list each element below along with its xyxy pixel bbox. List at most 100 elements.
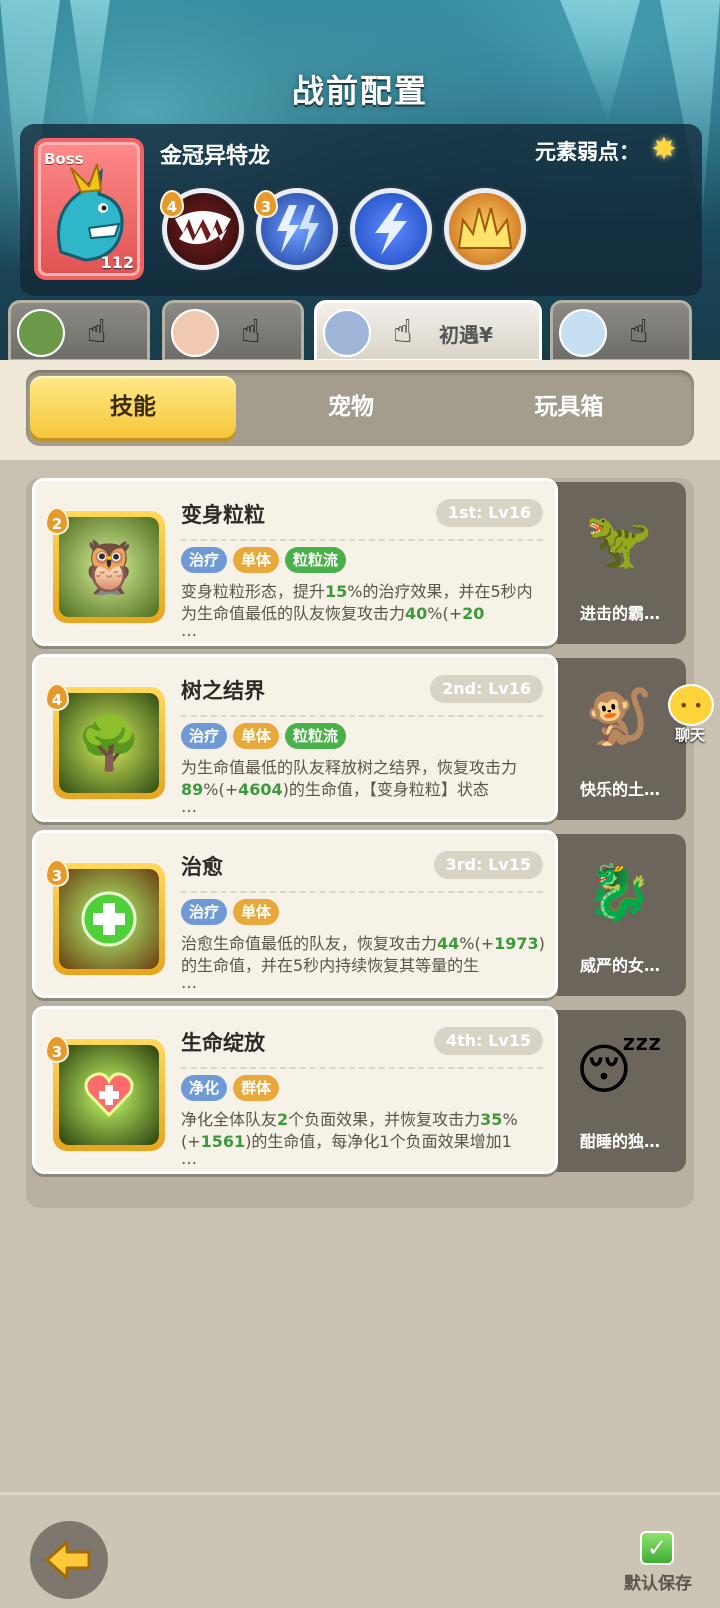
back-button[interactable] — [30, 1521, 108, 1599]
hero-tab-4[interactable]: ☝ — [550, 300, 692, 362]
desc-text: %(+ — [459, 934, 495, 953]
sleepy-caveman-pet: 😴 — [575, 1037, 663, 1101]
desc-text: 个负面效果，并恢复攻击力 — [288, 1110, 481, 1129]
tree-barrier-icon: 🌳 — [59, 693, 159, 793]
skill-card[interactable]: 3 生命绽放 4th: Lv15 净化 群体 净化全体队友2个负面效果，并恢复攻… — [32, 1006, 558, 1174]
skill-badge: 3 — [45, 859, 69, 887]
skill-icon-frame — [53, 1039, 165, 1151]
desc-text: 净化全体队友 — [181, 1110, 278, 1129]
skill-description: 变身粒粒形态，提升15%的治疗效果，并在5秒内为生命值最低的队友恢复攻击力40%… — [181, 581, 547, 625]
skill-row[interactable]: 🦖 进击的霸… 🦉 2 变身粒粒 1st: Lv16 治疗 单体 粒粒流 变身粒… — [32, 478, 688, 650]
chat-bubble-icon: • • — [668, 684, 714, 726]
divider — [181, 715, 543, 717]
skill-badge: 2 — [45, 507, 69, 535]
skill-row[interactable]: 🐉 威严的女… 3 治愈 3rd: Lv15 治疗 单体 治愈生命值最低的队友，… — [32, 830, 688, 1002]
skill-tags: 治疗 单体 粒粒流 — [181, 723, 347, 749]
pet-name: 威严的女… — [579, 956, 660, 975]
battle-scene-background: 战前配置 Boss 112 金冠异特龙 元素弱点： ✸ 4 3 ☝ ☝ ☝ 初遇… — [0, 0, 720, 380]
lightning-icon[interactable] — [350, 188, 432, 270]
tag: 粒粒流 — [285, 547, 347, 573]
hero-redhair-avatar — [171, 309, 219, 357]
desc-number: 40 — [405, 604, 428, 623]
desc-number: 2 — [277, 1110, 289, 1129]
skill-card[interactable]: 🌳 4 树之结界 2nd: Lv16 治疗 单体 粒粒流 为生命值最低的队友释放… — [32, 654, 558, 822]
divider — [181, 891, 543, 893]
pet-name: 快乐的土… — [579, 780, 660, 799]
bottom-bar: ✓ 默认保存 — [0, 1492, 720, 1608]
desc-text: )的生命值，【变身粒粒】状态 — [282, 780, 489, 799]
golden-crown-spikes-icon[interactable] — [444, 188, 526, 270]
segmented-control: 技能 宠物 玩具箱 — [26, 370, 694, 446]
skill-rank-level: 1st: Lv16 — [435, 499, 543, 527]
desc-number: 35 — [480, 1110, 503, 1129]
desc-ellipsis: … — [181, 621, 197, 640]
desc-number: 1561 — [200, 1132, 246, 1151]
hero-goggles-avatar — [323, 309, 371, 357]
tag: 治疗 — [181, 723, 228, 749]
divider — [181, 539, 543, 541]
red-dino-pet: 🦖 — [585, 509, 653, 572]
default-save-label: 默认保存 — [624, 1574, 692, 1594]
desc-text: 治愈生命值最低的队友，恢复攻击力 — [181, 934, 438, 953]
pet-slot[interactable]: 🐉 威严的女… — [552, 834, 686, 996]
skill-name: 生命绽放 — [181, 1031, 265, 1055]
desc-number: 20 — [462, 604, 485, 623]
hero-tab-3[interactable]: ☝ 初遇¥ — [314, 300, 542, 362]
skill-row[interactable]: 🐒 快乐的土… 🌳 4 树之结界 2nd: Lv16 治疗 单体 粒粒流 为生命… — [32, 654, 688, 826]
tab-skills[interactable]: 技能 — [30, 376, 236, 438]
chat-label: 聊天 — [674, 726, 705, 744]
skill-name: 治愈 — [181, 855, 223, 879]
tag: 粒粒流 — [285, 723, 347, 749]
hero-tab-text: 初遇¥ — [439, 323, 493, 347]
skill-name: 树之结界 — [181, 679, 265, 703]
hero-warrior-avatar — [17, 309, 65, 357]
tag: 治疗 — [181, 547, 228, 573]
owl-transform-icon: 🦉 — [59, 517, 159, 617]
skill-description: 治愈生命值最低的队友，恢复攻击力44%(+1973)的生命值，并在5秒内持续恢复… — [181, 933, 547, 977]
desc-number: 44 — [437, 934, 460, 953]
tab-pets[interactable]: 宠物 — [248, 376, 454, 438]
skill-badge: 4 — [45, 683, 69, 711]
tag: 净化 — [181, 1075, 228, 1101]
desc-number: 1973 — [494, 934, 539, 953]
monkey-pet: 🐒 — [585, 685, 653, 748]
desc-ellipsis: … — [181, 973, 197, 992]
tag: 群体 — [233, 1075, 280, 1101]
skill-tags: 治疗 单体 — [181, 899, 280, 925]
hero-tab-2[interactable]: ☝ — [162, 300, 304, 362]
desc-text: 变身粒粒形态，提升 — [181, 582, 326, 601]
pet-slot[interactable]: 🦖 进击的霸… — [552, 482, 686, 644]
skill-row[interactable]: 😴 酣睡的独… 3 生命绽放 4th: Lv15 净化 群体 净化全体队友2个负… — [32, 1006, 688, 1178]
skill-card[interactable]: 3 治愈 3rd: Lv15 治疗 单体 治愈生命值最低的队友，恢复攻击力44%… — [32, 830, 558, 998]
heal-cross-icon — [59, 869, 159, 969]
skill-badge: 3 — [45, 1035, 69, 1063]
chat-button[interactable]: • • 聊天 — [660, 684, 720, 744]
default-save-checkbox[interactable]: ✓ — [640, 1531, 674, 1565]
pet-slot[interactable]: 😴 酣睡的独… — [552, 1010, 686, 1172]
skill-icon-frame: 🌳 — [53, 687, 165, 799]
hero-bluehair-avatar — [559, 309, 607, 357]
divider — [181, 1067, 543, 1069]
dragon-queen-pet: 🐉 — [585, 861, 653, 924]
pet-name: 酣睡的独… — [579, 1132, 660, 1151]
boss-level: 112 — [100, 253, 134, 272]
skill-tags: 净化 群体 — [181, 1075, 280, 1101]
back-arrow-icon — [45, 1540, 91, 1580]
desc-text: %(+ — [427, 604, 463, 623]
pet-name: 进击的霸… — [579, 604, 660, 623]
desc-text: %(+ — [203, 780, 239, 799]
tap-hand-icon: ☝ — [629, 312, 649, 350]
desc-ellipsis: … — [181, 1149, 197, 1168]
hero-tab-1[interactable]: ☝ — [8, 300, 150, 362]
skill-badge: 3 — [254, 190, 278, 218]
skill-description: 为生命值最低的队友释放树之结界，恢复攻击力89%(+4604)的生命值，【变身粒… — [181, 757, 547, 801]
skill-tags: 治疗 单体 粒粒流 — [181, 547, 347, 573]
skill-card[interactable]: 🦉 2 变身粒粒 1st: Lv16 治疗 单体 粒粒流 变身粒粒形态，提升15… — [32, 478, 558, 646]
heart-bloom-icon — [59, 1045, 159, 1145]
tap-hand-icon: ☝ — [393, 312, 413, 350]
boss-portrait-card[interactable]: Boss 112 — [34, 138, 144, 280]
skill-rank-level: 2nd: Lv16 — [430, 675, 543, 703]
tab-toybox[interactable]: 玩具箱 — [466, 376, 672, 438]
tap-hand-icon: ☝ — [241, 312, 261, 350]
tag: 单体 — [233, 547, 280, 573]
